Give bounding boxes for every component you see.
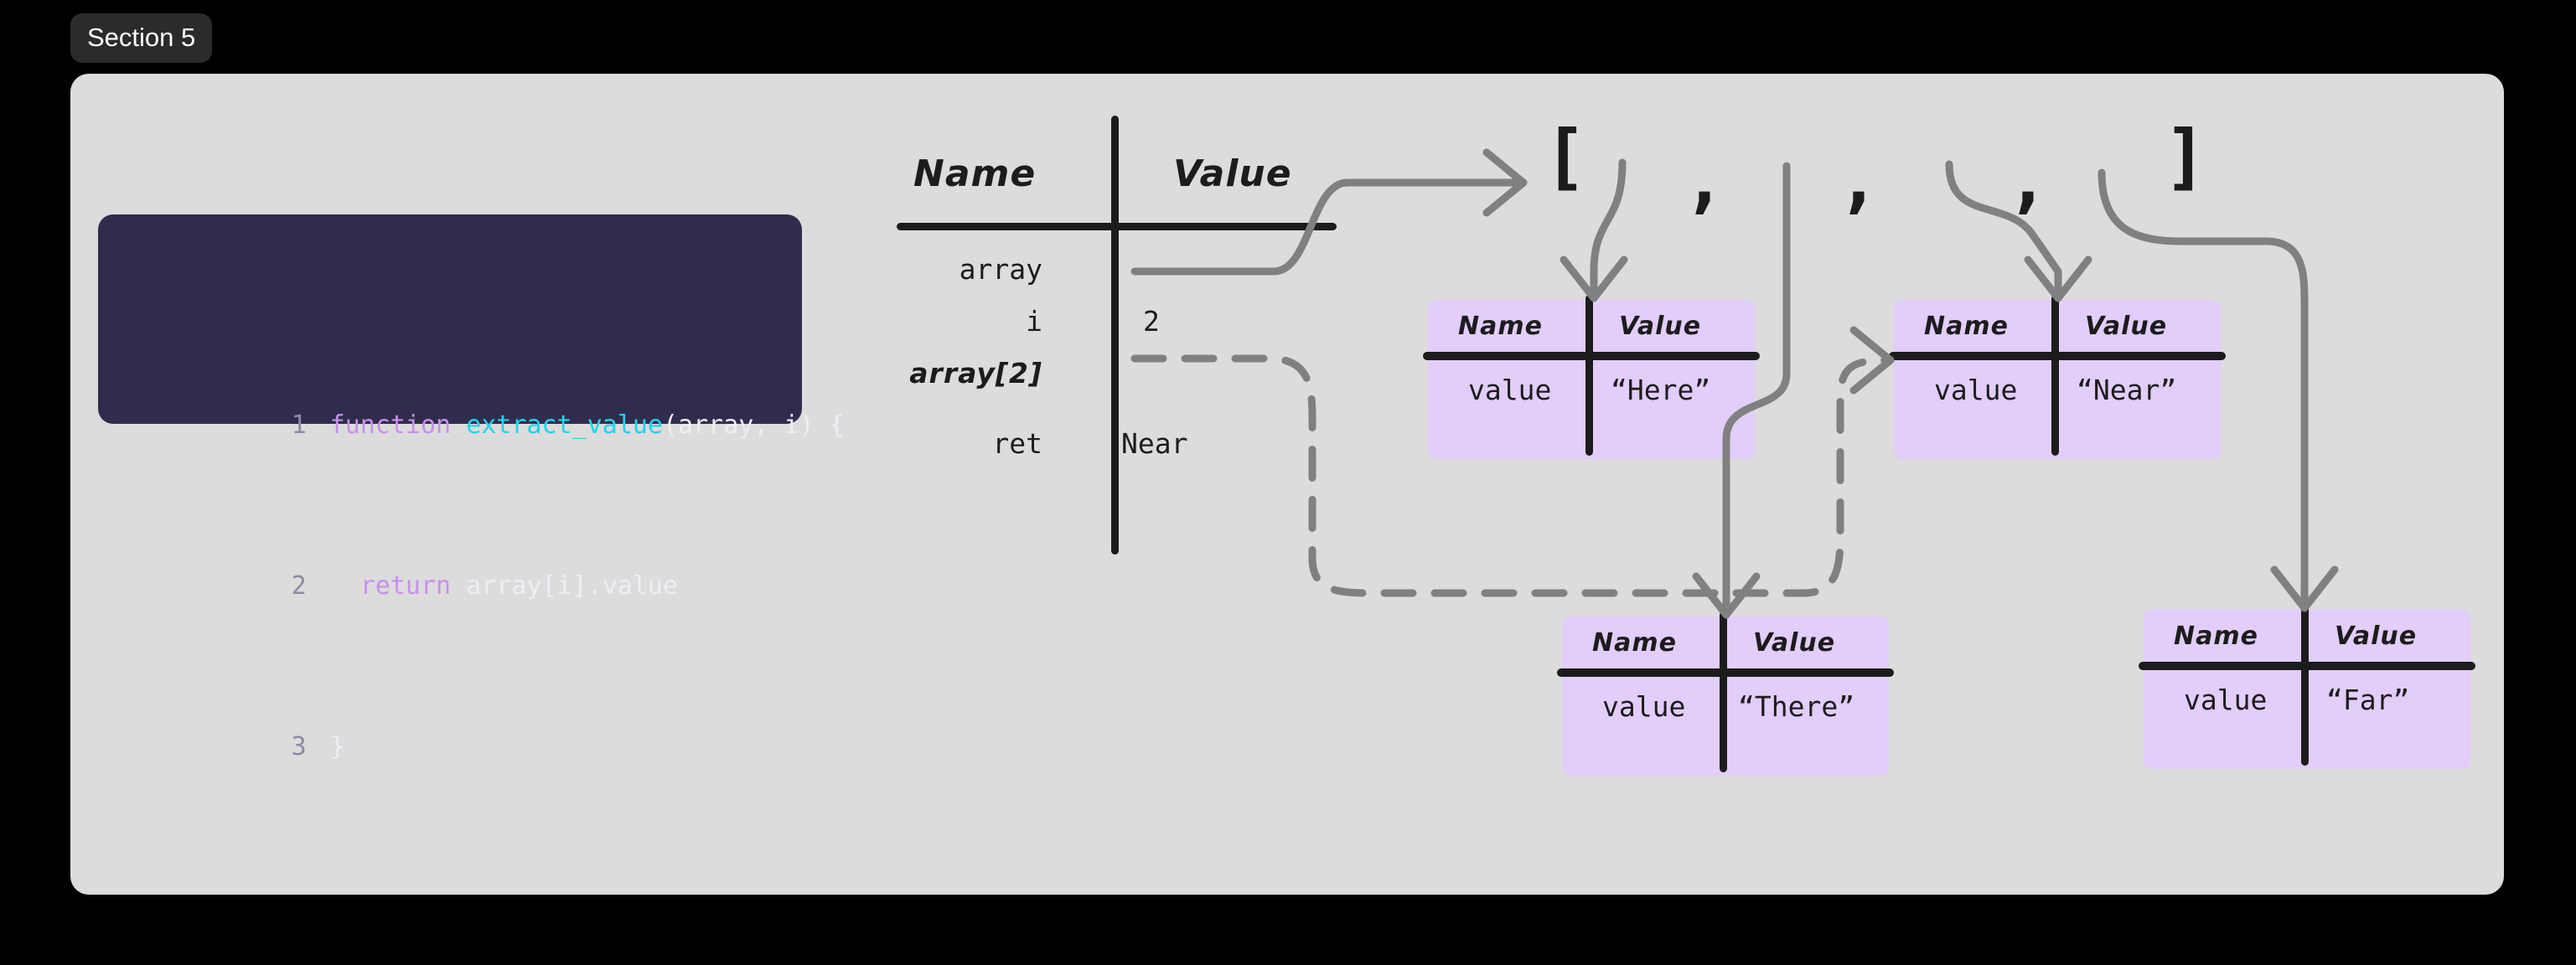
code-line-number: 3	[291, 732, 307, 761]
array-open-bracket: [	[1544, 115, 1587, 199]
code-token: extract_value	[466, 410, 663, 440]
arrowhead-slot2-to-there	[1692, 572, 1761, 619]
object-cell-value: “There”	[1738, 690, 1855, 723]
object-cell-name: value	[1468, 374, 1552, 406]
object-box-rule	[1423, 352, 1760, 360]
env-row-name: array	[959, 253, 1042, 286]
env-row-name: ret	[992, 427, 1042, 460]
object-cell-value: “Far”	[2326, 684, 2410, 716]
env-header-value: Value	[1173, 152, 1292, 195]
arrowhead-slot1-to-here	[1560, 255, 1628, 302]
arrowhead-slot3-to-near	[2024, 255, 2092, 302]
code-block: 1 function extract_value(array, i) { 2 re…	[98, 214, 845, 761]
object-box-divider	[2051, 295, 2059, 456]
code-line: 3}	[98, 687, 802, 761]
env-header-rule	[897, 223, 1337, 230]
object-cell-value: “Here”	[1611, 374, 1711, 406]
object-box-there: Name Value value “There”	[1557, 612, 1894, 776]
code-line: 1 function extract_value(array, i) {	[98, 365, 845, 440]
code-token: }	[329, 732, 345, 761]
screen: Section 5 1 function extract_value(array,…	[0, 0, 2576, 965]
object-box-divider	[1585, 295, 1593, 456]
code-lines: 1 function extract_value(array, i) { 2 re…	[98, 245, 845, 848]
env-column-divider	[1111, 116, 1119, 555]
object-header-value: Value	[1619, 312, 1702, 341]
connector-slot1-to-here	[1590, 158, 1627, 301]
array-separator: ,	[2006, 138, 2050, 222]
object-box-rule	[1889, 352, 2226, 360]
env-row-value: 2	[1143, 305, 1160, 338]
arrowhead-slot4-to-far	[2270, 565, 2339, 612]
object-header-name: Name	[1458, 312, 1543, 341]
section-badge: Section 5	[70, 13, 213, 63]
diagram-panel: 1 function extract_value(array, i) { 2 re…	[70, 74, 2504, 895]
object-header-value: Value	[2085, 312, 2168, 341]
env-header-name: Name	[913, 152, 1037, 195]
object-header-name: Name	[1924, 312, 2009, 341]
code-line: 2 return array[i].value	[98, 526, 802, 601]
object-header-name: Name	[2174, 622, 2258, 651]
object-cell-name: value	[2184, 684, 2268, 716]
object-cell-value: “Near”	[2077, 374, 2177, 406]
object-box-here: Name Value value “Here”	[1423, 295, 1760, 459]
object-box-far: Name Value value “Far”	[2139, 605, 2475, 769]
array-separator: ,	[1683, 138, 1726, 222]
code-line-number: 2	[291, 571, 307, 601]
code-token: array[i].value	[466, 571, 679, 601]
object-box-near: Name Value value “Near”	[1889, 295, 2226, 459]
array-separator: ,	[1837, 138, 1880, 222]
code-token: function	[329, 410, 467, 440]
code-line-number: 1	[291, 410, 307, 440]
env-row-name: array[2]	[909, 357, 1042, 390]
object-header-value: Value	[2335, 622, 2418, 651]
object-box-rule	[2139, 662, 2475, 670]
arrowhead-array2-to-near	[1849, 326, 1895, 395]
array-close-bracket: ]	[2164, 115, 2207, 199]
object-box-divider	[1720, 612, 1727, 772]
code-token: (array, i) {	[663, 410, 845, 440]
arrowhead-array-to-literal	[1482, 148, 1528, 217]
object-cell-name: value	[1934, 374, 2018, 406]
object-box-divider	[2301, 605, 2309, 766]
object-header-name: Name	[1592, 628, 1677, 658]
env-row-name: i	[1026, 305, 1042, 338]
code-token: return	[360, 571, 467, 601]
env-row-value: Near	[1121, 427, 1188, 460]
object-header-value: Value	[1753, 628, 1836, 658]
object-box-rule	[1557, 668, 1894, 677]
object-cell-name: value	[1602, 690, 1686, 723]
